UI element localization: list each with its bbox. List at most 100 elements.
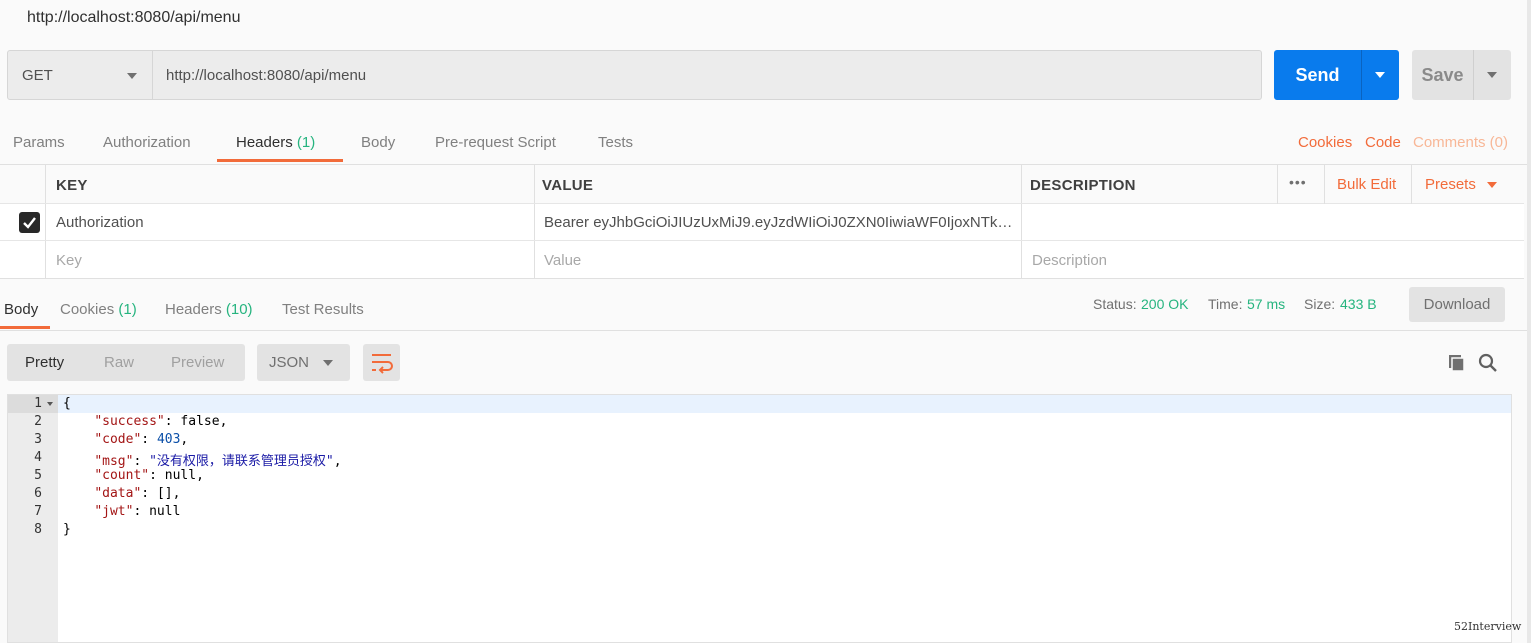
column-description: DESCRIPTION ••• Bulk Edit Presets [1021, 165, 1524, 204]
resp-tab-test-results[interactable]: Test Results [282, 301, 364, 318]
time-label: Time: [1208, 296, 1243, 312]
tab-headers-label: Headers [236, 134, 293, 151]
new-key-input[interactable]: Key [45, 241, 534, 279]
json-key: "count" [94, 468, 150, 483]
column-key: KEY [45, 165, 534, 203]
tab-body[interactable]: Body [361, 134, 395, 151]
format-select-label: JSON [269, 354, 310, 371]
status-value: 200 OK [1141, 296, 1189, 312]
download-button[interactable]: Download [1409, 287, 1505, 322]
tab-params[interactable]: Params [13, 134, 65, 151]
header-description-cell[interactable] [1021, 204, 1524, 240]
url-bar: GET [7, 50, 1262, 100]
tab-headers[interactable]: Headers (1) [236, 134, 315, 151]
view-pretty-button[interactable]: Pretty [25, 354, 64, 371]
tab-tests[interactable]: Tests [598, 134, 633, 151]
json-key: "success" [94, 414, 165, 429]
scrollbar-track[interactable] [1527, 0, 1531, 643]
presets-dropdown[interactable]: Presets [1425, 176, 1476, 193]
json-key: "jwt" [94, 504, 134, 519]
json-value: null [164, 468, 197, 483]
resp-tab-cookies-count: (1) [118, 301, 137, 318]
code-line: "msg": "没有权限，请联系管理员授权", [94, 454, 342, 469]
method-label: GET [22, 67, 53, 84]
view-raw-button[interactable]: Raw [104, 354, 134, 371]
json-value: "没有权限，请联系管理员授权" [149, 454, 334, 469]
column-key-label: KEY [56, 177, 88, 194]
new-description-input[interactable]: Description [1021, 241, 1524, 279]
table-row-new: Key Value Description [0, 241, 1524, 279]
line-number: 8 [34, 522, 42, 537]
status-label: Status: [1093, 296, 1137, 312]
response-body-editor[interactable]: 1 2 3 4 5 6 7 8 { "success": false, "cod… [7, 394, 1512, 643]
row-enabled-checkbox[interactable] [19, 212, 40, 233]
send-label: Send [1295, 65, 1340, 85]
resp-tab-headers[interactable]: Headers (10) [165, 301, 253, 318]
request-title-bar: http://localhost:8080/api/menu [0, 0, 1531, 37]
description-placeholder: Description [1032, 252, 1108, 269]
code-line: "data": [], [94, 486, 181, 501]
url-input[interactable] [154, 51, 1260, 99]
save-dropdown-icon[interactable] [1487, 72, 1497, 78]
view-preview-button[interactable]: Preview [171, 354, 224, 371]
json-key: "code" [94, 432, 142, 447]
code-line: "count": null, [94, 468, 204, 483]
request-tabs: Params Authorization Headers (1) Body Pr… [0, 125, 1527, 165]
line-number: 4 [34, 450, 42, 465]
column-value-label: VALUE [542, 177, 594, 194]
header-key-cell[interactable]: Authorization [45, 204, 534, 240]
tab-authorization[interactable]: Authorization [103, 134, 191, 151]
headers-table-header: KEY VALUE DESCRIPTION ••• Bulk Edit Pres… [0, 165, 1524, 204]
resp-tab-headers-count: (10) [225, 301, 253, 318]
save-button[interactable]: Save [1412, 50, 1511, 100]
resp-tab-headers-label: Headers [165, 301, 222, 318]
size-value: 433 B [1340, 296, 1377, 312]
wrap-lines-button[interactable] [363, 344, 400, 381]
column-description-label: DESCRIPTION [1030, 177, 1136, 194]
active-tab-indicator [217, 159, 343, 162]
resp-tab-body[interactable]: Body [4, 301, 38, 318]
column-value: VALUE [534, 165, 1022, 203]
send-dropdown-icon[interactable] [1375, 72, 1385, 78]
json-key: "data" [94, 486, 142, 501]
table-row: Authorization Bearer eyJhbGciOiJIUzUxMiJ… [0, 204, 1524, 241]
bulk-edit-link[interactable]: Bulk Edit [1337, 176, 1396, 193]
resp-tab-cookies-label: Cookies [60, 301, 115, 318]
headers-table: KEY VALUE DESCRIPTION ••• Bulk Edit Pres… [0, 165, 1524, 279]
resp-tab-cookies[interactable]: Cookies (1) [60, 301, 137, 318]
json-value: false [180, 414, 220, 429]
line-number: 5 [34, 468, 42, 483]
fold-toggle-icon[interactable] [47, 402, 53, 406]
view-mode-group: Pretty Raw Preview [7, 344, 245, 381]
response-active-tab-indicator [0, 326, 50, 329]
code-line: } [63, 522, 71, 537]
line-number: 3 [34, 432, 42, 447]
line-number: 2 [34, 414, 42, 429]
download-label: Download [1423, 296, 1491, 313]
json-open-brace: { [63, 396, 71, 411]
key-placeholder: Key [56, 252, 82, 269]
wrap-lines-icon [372, 354, 393, 374]
method-select[interactable]: GET [8, 51, 153, 99]
header-value-text: Bearer eyJhbGciOiJIUzUxMiJ9.eyJzdWIiOiJ0… [544, 214, 1014, 231]
copy-icon[interactable] [1447, 353, 1467, 377]
json-value: 403 [156, 432, 181, 447]
search-icon[interactable] [1478, 353, 1498, 377]
chevron-down-icon [323, 360, 333, 366]
code-link[interactable]: Code [1365, 134, 1401, 151]
format-select[interactable]: JSON [257, 344, 350, 381]
chevron-down-icon [127, 73, 137, 79]
new-value-input[interactable]: Value [534, 241, 1022, 279]
send-button[interactable]: Send [1274, 50, 1399, 100]
cookies-link[interactable]: Cookies [1298, 134, 1352, 151]
comments-link[interactable]: Comments (0) [1413, 134, 1508, 151]
size-label: Size: [1304, 296, 1336, 312]
active-line-highlight [8, 395, 1511, 413]
header-value-cell[interactable]: Bearer eyJhbGciOiJIUzUxMiJ9.eyJzdWIiOiJ0… [534, 204, 1022, 240]
json-value: [] [156, 486, 173, 501]
code-line: "success": false, [94, 414, 228, 429]
tab-prerequest-script[interactable]: Pre-request Script [435, 134, 556, 151]
postman-window: http://localhost:8080/api/menu GET Send … [0, 0, 1531, 643]
save-label: Save [1421, 65, 1464, 85]
more-options-icon[interactable]: ••• [1289, 174, 1307, 190]
